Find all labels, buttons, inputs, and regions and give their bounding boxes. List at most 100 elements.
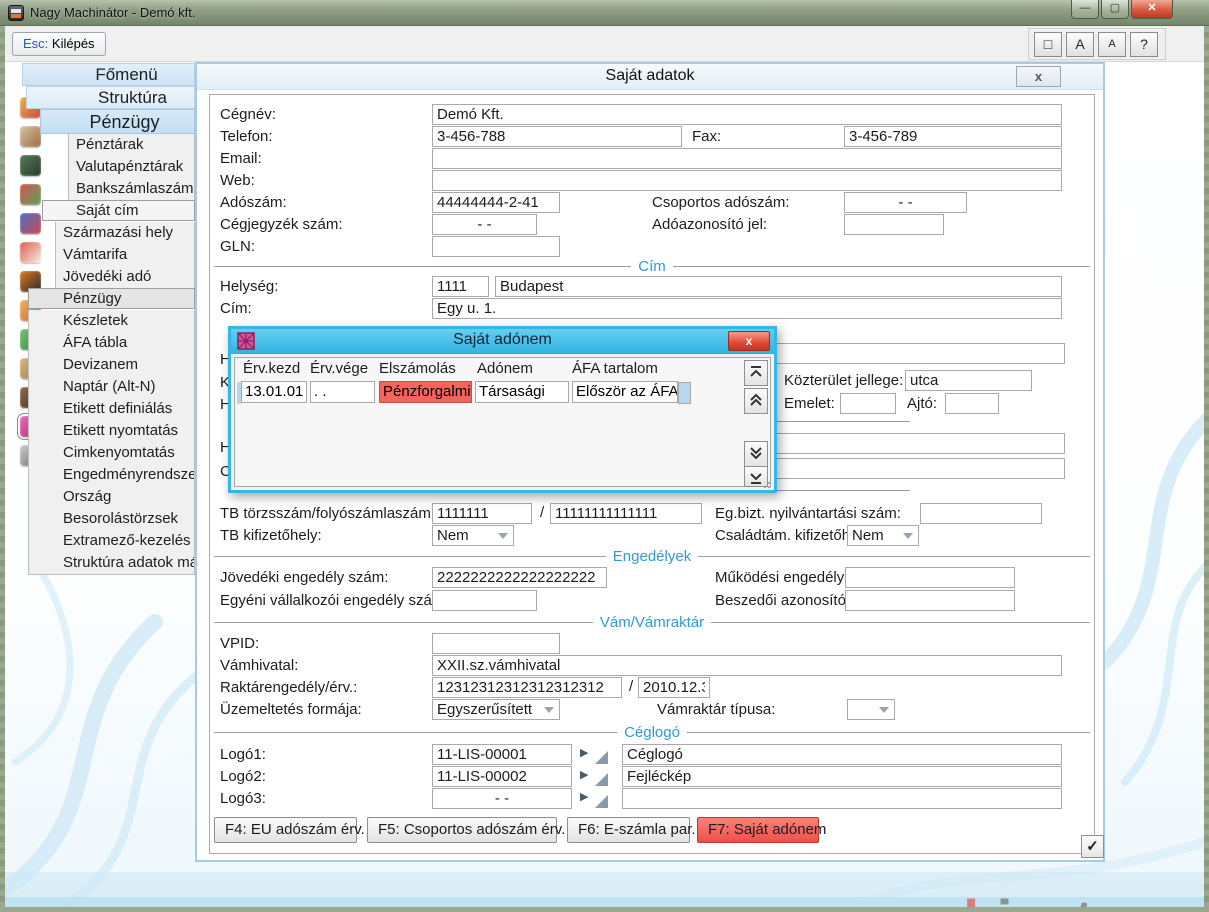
cegnev-input[interactable] <box>432 104 1062 125</box>
menu-item-fomenu[interactable]: Főmenü <box>22 63 195 86</box>
exit-button[interactable]: Esc: Kilépés <box>12 32 106 56</box>
sidebar-chart-icon[interactable] <box>20 213 41 234</box>
logo2-browse-icon[interactable]: ▶ <box>580 768 588 781</box>
menu-item-etikett-definialas[interactable]: Etikett definiálás <box>28 398 195 420</box>
font-large-button[interactable]: A <box>1066 32 1094 57</box>
scroll-top-button[interactable] <box>744 360 768 386</box>
sidebar-box-icon[interactable] <box>20 126 41 147</box>
menu-item-keszletek[interactable]: Készletek <box>28 310 195 332</box>
menu-item-afa-tabla[interactable]: ÁFA tábla <box>28 332 195 354</box>
confirm-button[interactable]: ✓ <box>1081 835 1104 858</box>
scroll-bottom-button[interactable] <box>744 466 768 487</box>
beszedoi-label: Beszedői azonosító: <box>715 591 850 611</box>
telefon-input[interactable] <box>432 126 682 147</box>
form-close-button[interactable]: x <box>1016 66 1061 87</box>
cell-elszamolas[interactable]: Pénzforgalmi <box>379 381 472 403</box>
menu-item-struktura-adatok[interactable]: Struktúra adatok más <box>28 552 195 575</box>
logo3-picker-icon[interactable] <box>595 795 608 808</box>
button-label: F7: Saját adónem <box>708 821 826 838</box>
logo2-desc-input[interactable] <box>622 766 1062 787</box>
jovedeki-input[interactable] <box>432 567 607 588</box>
f5-csoportos-adoszam-button[interactable]: F5: Csoportos adószám érv. <box>367 817 557 843</box>
helyseg-zip-input[interactable] <box>432 276 489 297</box>
csaladtam-dropdown[interactable]: Nem <box>847 525 919 546</box>
menu-item-valutapenztarak[interactable]: Valutapénztárak <box>68 156 195 178</box>
sidebar-flag-icon[interactable] <box>20 242 41 263</box>
emelet-input[interactable] <box>840 393 896 414</box>
f7-sajat-adonem-button[interactable]: F7: Saját adónem <box>697 817 819 843</box>
cegjegyzek-input[interactable] <box>432 214 537 235</box>
menu-item-penztarak[interactable]: Pénztárak <box>68 134 195 156</box>
menu-item-sajat-cim-selected[interactable]: Saját cím <box>42 200 195 221</box>
csoportos-adoszam-input[interactable] <box>844 192 967 213</box>
font-small-button[interactable]: A <box>1098 32 1126 57</box>
f4-eu-adoszam-button[interactable]: F4: EU adószám érv. <box>214 817 357 843</box>
menu-item-vamtarifa[interactable]: Vámtarifa <box>55 244 195 266</box>
cell-cursor[interactable] <box>678 382 691 404</box>
menu-item-jovedeki-ado[interactable]: Jövedéki adó <box>55 266 195 288</box>
menu-item-engedmenyrendszer[interactable]: Engedményrendszer <box>28 464 195 486</box>
cell-adonem[interactable]: Társasági <box>475 381 569 403</box>
helyseg-city-input[interactable] <box>495 276 1062 297</box>
logo1-browse-icon[interactable]: ▶ <box>580 746 588 759</box>
adoazonosito-input[interactable] <box>844 214 944 235</box>
dialog-titlebar[interactable]: Saját adónem x <box>231 329 774 354</box>
logo1-desc-input[interactable] <box>622 744 1062 765</box>
scroll-page-up-button[interactable] <box>744 388 768 414</box>
logo2-picker-icon[interactable] <box>595 773 608 786</box>
menu-item-besorolastorzsek[interactable]: Besorolástörzsek <box>28 508 195 530</box>
menu-item-penzugy[interactable]: Pénzügy <box>28 288 195 309</box>
cell-erv-vege[interactable]: . . <box>310 381 375 403</box>
sidebar-ledger-icon[interactable] <box>20 155 41 176</box>
menu-item-szarmazasi-hely[interactable]: Származási hely <box>55 222 195 244</box>
logo3-code-input[interactable] <box>432 788 572 809</box>
menu-item-struktura[interactable]: Struktúra <box>26 86 195 109</box>
logo3-desc-input[interactable] <box>622 788 1062 809</box>
beszedoi-input[interactable] <box>845 590 1015 611</box>
logo1-code-input[interactable] <box>432 744 572 765</box>
menu-item-orszag[interactable]: Ország <box>28 486 195 508</box>
logo1-picker-icon[interactable] <box>595 751 608 764</box>
cell-afa-tartalom[interactable]: Először az ÁFA <box>572 381 678 403</box>
egbizt-input[interactable] <box>920 503 1042 524</box>
vamraktar-tipusa-dropdown[interactable] <box>847 699 895 720</box>
minimize-button[interactable]: — <box>1071 0 1099 19</box>
scroll-page-down-button[interactable] <box>744 441 768 467</box>
raktarengedely-input[interactable] <box>432 677 622 698</box>
ajto-input[interactable] <box>945 393 999 414</box>
menu-item-etikett-nyomtatas[interactable]: Etikett nyomtatás <box>28 420 195 442</box>
resize-window-button[interactable]: □ <box>1034 32 1062 57</box>
close-button[interactable]: ✕ <box>1131 0 1173 19</box>
web-input[interactable] <box>432 170 1062 191</box>
tb-torzsszam-input2[interactable] <box>550 503 702 524</box>
dialog-close-button[interactable]: x <box>728 331 770 351</box>
adoszam-input[interactable] <box>432 192 560 213</box>
maximize-button[interactable]: ▢ <box>1101 0 1129 19</box>
help-button[interactable]: ? <box>1130 32 1158 57</box>
cell-erv-kezd[interactable]: 13.01.01 <box>241 381 307 403</box>
menu-item-devizanem[interactable]: Devizanem <box>28 354 195 376</box>
menu-item-extramezo-kezeles[interactable]: Extramező-kezelés <box>28 530 195 552</box>
kozterulet-input[interactable] <box>905 370 1032 391</box>
vpid-input[interactable] <box>432 633 560 654</box>
raktar-ervenyesseg-input[interactable] <box>638 677 710 698</box>
menu-label: Valutapénztárak <box>76 158 183 175</box>
cim-input[interactable] <box>432 298 1062 319</box>
logo3-browse-icon[interactable]: ▶ <box>580 790 588 803</box>
egyeni-input[interactable] <box>432 590 537 611</box>
sidebar-sphere-icon[interactable] <box>20 184 41 205</box>
vamhivatal-input[interactable] <box>432 655 1062 676</box>
mukodesi-input[interactable] <box>845 567 1015 588</box>
menu-item-cimkenyomtatas[interactable]: Cimkenyomtatás <box>28 442 195 464</box>
email-input[interactable] <box>432 148 1062 169</box>
menu-item-naptar[interactable]: Naptár (Alt-N) <box>28 376 195 398</box>
fax-input[interactable] <box>844 126 1062 147</box>
logo2-code-input[interactable] <box>432 766 572 787</box>
gln-input[interactable] <box>432 236 560 257</box>
menu-item-bankszamlaszamok[interactable]: Bankszámlaszámok <box>68 178 195 200</box>
tb-torzsszam-input1[interactable] <box>432 503 532 524</box>
tb-kifizetohely-dropdown[interactable]: Nem <box>432 525 514 546</box>
f6-eszamla-button[interactable]: F6: E-számla par. <box>567 817 690 843</box>
menu-item-penzugy-header[interactable]: Pénzügy <box>40 109 195 134</box>
uzemeltetes-dropdown[interactable]: Egyszerűsített <box>432 699 560 720</box>
